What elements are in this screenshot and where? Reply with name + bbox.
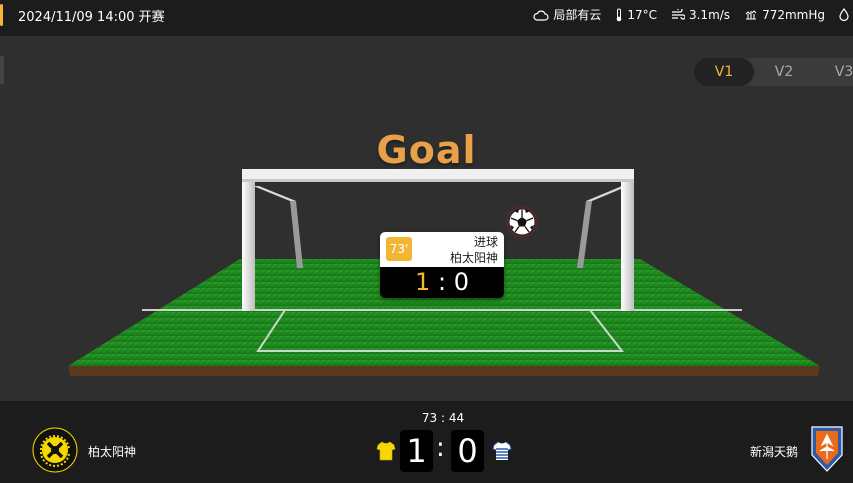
tab-v3[interactable]: V3 — [814, 58, 853, 86]
humidity — [839, 6, 853, 23]
goal-event-card: 73' 进球 柏太阳神 1 : 0 — [380, 232, 504, 298]
tab-v2[interactable]: V2 — [754, 58, 814, 86]
home-team-logo — [32, 427, 78, 473]
away-score: 0 — [451, 430, 484, 472]
weather-condition: 局部有云 — [533, 6, 601, 23]
home-team-name: 柏太阳神 — [88, 445, 137, 459]
match-animation-stage: V1 V2 V3 Goal 73' 进球 柏太阳神 1 : 0 — [0, 36, 853, 401]
header-accent — [0, 4, 3, 26]
match-datetime: 2024/11/09 14:00 开赛 — [18, 6, 165, 25]
datetime-text: 2024/11/09 14:00 — [18, 10, 135, 25]
home-score: 1 — [400, 430, 433, 472]
top-bar: 2024/11/09 14:00 开赛 局部有云 17°C 3.1m/s 772… — [0, 0, 853, 36]
match-clock: 73 : 44 — [421, 411, 465, 425]
event-card-score: 1 : 0 — [380, 267, 504, 298]
tab-v1[interactable]: V1 — [694, 58, 754, 86]
event-minute-badge: 73' — [386, 237, 412, 261]
scoreboard-bar: 73 : 44 柏太阳神 1 : 0 新潟天鹅 — [0, 401, 853, 483]
thermometer-icon — [617, 8, 622, 21]
home-kit-icon — [376, 441, 396, 461]
humidity-icon — [839, 8, 849, 21]
event-description: 进球 柏太阳神 — [450, 234, 498, 266]
wind-speed: 3.1m/s — [671, 6, 730, 23]
air-pressure: 772mmHg — [744, 6, 825, 23]
pressure-icon — [745, 9, 757, 20]
away-team-logo — [811, 426, 843, 472]
cloud-icon — [533, 10, 549, 21]
temperature: 17°C — [615, 6, 657, 23]
goal-banner: Goal — [376, 128, 477, 172]
event-type: 进球 — [473, 235, 498, 249]
score-separator: : — [436, 433, 445, 463]
weather-info: 局部有云 17°C 3.1m/s 772mmHg — [533, 6, 853, 23]
wind-icon — [671, 8, 685, 20]
event-score-separator: : — [437, 268, 447, 296]
away-kit-icon — [492, 441, 512, 460]
pitch-dirt-edge — [68, 366, 820, 376]
soccer-ball-icon — [506, 206, 538, 238]
event-team: 柏太阳神 — [449, 251, 498, 265]
event-away-score: 0 — [453, 268, 469, 296]
pitch-scene — [68, 169, 820, 376]
match-status: 开赛 — [138, 10, 165, 25]
away-team-name: 新潟天鹅 — [750, 445, 799, 459]
version-tabs: V1 V2 V3 — [694, 58, 853, 86]
event-home-score: 1 — [415, 268, 431, 296]
event-card-header: 73' 进球 柏太阳神 — [380, 232, 504, 267]
